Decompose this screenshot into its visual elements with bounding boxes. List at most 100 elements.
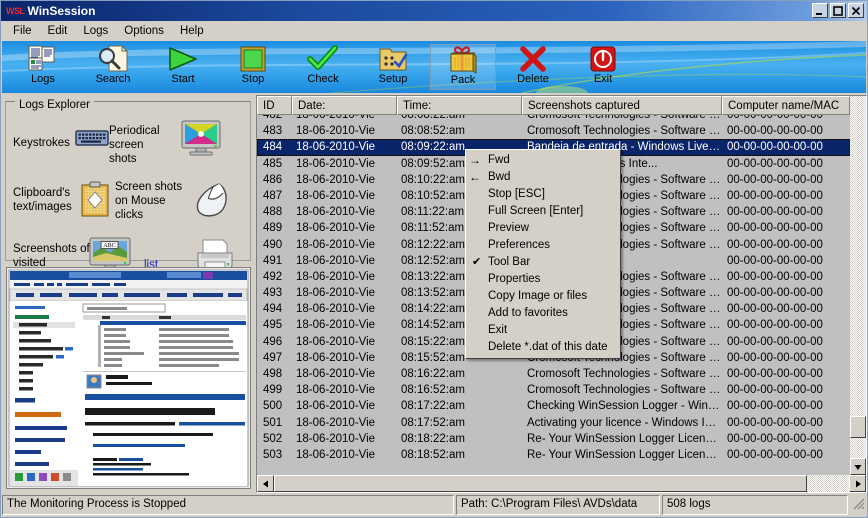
toolbar-button-check[interactable]: Check xyxy=(290,44,356,90)
maximize-button[interactable] xyxy=(830,3,846,18)
column-header-screenshots[interactable]: Screenshots captured xyxy=(522,96,722,115)
context-menu-item-add-to-favorites[interactable]: Add to favorites xyxy=(466,305,620,322)
checkmark-icon xyxy=(307,44,339,74)
minimize-button[interactable] xyxy=(812,3,828,18)
monitor-screen-icon[interactable] xyxy=(180,119,222,160)
context-menu-item-label: Stop [ESC] xyxy=(488,188,545,200)
stop-square-icon xyxy=(238,44,268,74)
mouse-shots-label-line1[interactable]: Screen shots xyxy=(115,181,182,194)
toolbar-label-logs: Logs xyxy=(31,74,55,85)
toolbar-label-start: Start xyxy=(171,74,194,85)
scroll-left-button[interactable] xyxy=(257,475,274,492)
context-menu-item-full-screen-enter[interactable]: Full Screen [Enter] xyxy=(466,203,620,220)
menu-item-help[interactable]: Help xyxy=(172,23,212,39)
context-menu-item-preview[interactable]: Preview xyxy=(466,220,620,237)
cell-screenshot: Checking WinSession Logger - Windows... xyxy=(522,398,722,414)
context-menu-item-preferences[interactable]: Preferences xyxy=(466,237,620,254)
vertical-scrollbar[interactable] xyxy=(850,96,866,475)
cell-date: 18-06-2010-Vie xyxy=(292,269,397,285)
keyboard-icon[interactable] xyxy=(75,128,109,151)
context-menu[interactable]: →Fwd←BwdStop [ESC]Full Screen [Enter]Pre… xyxy=(465,149,621,359)
horizontal-scroll-thumb[interactable] xyxy=(274,475,807,492)
cell-date: 18-06-2010-Vie xyxy=(292,317,397,333)
context-menu-item-copy-image-or-files[interactable]: Copy Image or files xyxy=(466,288,620,305)
cell-date: 18-06-2010-Vie xyxy=(292,204,397,220)
cell-mac: 00-00-00-00-00-00 xyxy=(722,204,851,220)
cell-id: 484 xyxy=(257,139,292,155)
context-menu-item-delete-dat-of-this-date[interactable]: Delete *.dat of this date xyxy=(466,339,620,356)
clipboard-label-line1[interactable]: Clipboard's xyxy=(13,187,70,200)
cell-id: 482 xyxy=(257,115,292,123)
status-log-count: 508 logs xyxy=(662,495,848,515)
mouse-shots-label-line2[interactable]: on Mouse xyxy=(115,195,166,208)
toolbar-button-exit[interactable]: Exit xyxy=(570,44,636,90)
column-header-date[interactable]: Date: xyxy=(292,96,397,115)
toolbar-button-setup[interactable]: Setup xyxy=(360,44,426,90)
table-row[interactable]: 50318-06-2010-Vie08:18:52:amRe- Your Win… xyxy=(257,447,851,463)
resize-grip[interactable] xyxy=(850,495,866,515)
table-row[interactable]: 49818-06-2010-Vie08:16:22:amCromosoft Te… xyxy=(257,366,851,382)
cell-date: 18-06-2010-Vie xyxy=(292,350,397,366)
cell-mac: 00-00-00-00-00-00 xyxy=(722,156,851,172)
cell-id: 485 xyxy=(257,156,292,172)
table-row[interactable]: 50118-06-2010-Vie08:17:52:amActivating y… xyxy=(257,415,851,431)
context-menu-item-bwd[interactable]: ←Bwd xyxy=(466,169,620,186)
cell-date: 18-06-2010-Vie xyxy=(292,156,397,172)
table-row[interactable]: 50218-06-2010-Vie08:18:22:amRe- Your Win… xyxy=(257,431,851,447)
screenshot-preview[interactable] xyxy=(6,267,251,489)
toolbar-button-search[interactable]: Search xyxy=(80,44,146,90)
scroll-right-button[interactable] xyxy=(849,475,866,492)
menu-item-file[interactable]: File xyxy=(5,23,40,39)
table-row[interactable]: 48218-06-2010-Vie08:08:22:amCromosoft Te… xyxy=(257,115,851,123)
cell-screenshot: Cromosoft Technologies - Software keyl..… xyxy=(522,115,722,123)
column-header-computer[interactable]: Computer name/MAC xyxy=(722,96,850,115)
column-header-id[interactable]: ID xyxy=(257,96,292,115)
horizontal-scrollbar[interactable] xyxy=(257,475,866,492)
arrow-left-icon: ← xyxy=(469,169,481,186)
periodical-label-line1[interactable]: Periodical xyxy=(109,125,160,138)
toolbar-button-delete[interactable]: Delete xyxy=(500,44,566,90)
cell-date: 18-06-2010-Vie xyxy=(292,301,397,317)
toolbar-button-start[interactable]: Start xyxy=(150,44,216,90)
close-button[interactable] xyxy=(848,3,864,18)
context-menu-item-properties[interactable]: Properties xyxy=(466,271,620,288)
menu-item-logs[interactable]: Logs xyxy=(75,23,116,39)
table-row[interactable]: 50018-06-2010-Vie08:17:22:amChecking Win… xyxy=(257,398,851,414)
play-green-icon xyxy=(166,44,200,74)
clipboard-label-line2[interactable]: text/images xyxy=(13,201,72,214)
cell-id: 494 xyxy=(257,301,292,317)
periodical-label-line2[interactable]: screen xyxy=(109,139,144,152)
vertical-scroll-thumb[interactable] xyxy=(850,416,866,438)
cell-id: 483 xyxy=(257,123,292,139)
mouse-shots-label-line3[interactable]: clicks xyxy=(115,209,143,222)
toolbar-button-logs[interactable]: Logs xyxy=(10,44,76,90)
cell-time: 08:18:22:am xyxy=(397,431,522,447)
cell-date: 18-06-2010-Vie xyxy=(292,115,397,123)
cell-id: 489 xyxy=(257,220,292,236)
scroll-down-button[interactable] xyxy=(850,458,866,475)
table-row[interactable]: 49918-06-2010-Vie08:16:52:amCromosoft Te… xyxy=(257,382,851,398)
keystrokes-label[interactable]: Keystrokes xyxy=(13,137,70,150)
context-menu-item-label: Exit xyxy=(488,324,507,336)
websites-label-line1[interactable]: Screenshots of xyxy=(13,243,90,256)
cell-mac: 00-00-00-00-00-00 xyxy=(722,220,851,236)
clipboard-icon[interactable] xyxy=(81,181,109,220)
context-menu-item-stop-esc[interactable]: Stop [ESC] xyxy=(466,186,620,203)
window-title: WinSession xyxy=(28,4,96,18)
context-menu-item-label: Preferences xyxy=(488,239,550,251)
app-logo-icon: WSL xyxy=(6,6,25,16)
toolbar-button-stop[interactable]: Stop xyxy=(220,44,286,90)
context-menu-item-fwd[interactable]: →Fwd xyxy=(466,152,620,169)
menu-item-edit[interactable]: Edit xyxy=(40,23,76,39)
toolbar-button-pack[interactable]: Pack xyxy=(430,44,496,90)
cell-date: 18-06-2010-Vie xyxy=(292,220,397,236)
arrow-right-icon: → xyxy=(469,152,481,169)
periodical-label-line3[interactable]: shots xyxy=(109,153,137,166)
table-row[interactable]: 48318-06-2010-Vie08:08:52:amCromosoft Te… xyxy=(257,123,851,139)
context-menu-item-exit[interactable]: Exit xyxy=(466,322,620,339)
menu-item-options[interactable]: Options xyxy=(116,23,172,39)
context-menu-item-tool-bar[interactable]: ✔Tool Bar xyxy=(466,254,620,271)
cell-mac: 00-00-00-00-00-00 xyxy=(722,115,851,123)
mouse-icon[interactable] xyxy=(189,181,229,222)
column-header-time[interactable]: Time: xyxy=(397,96,522,115)
